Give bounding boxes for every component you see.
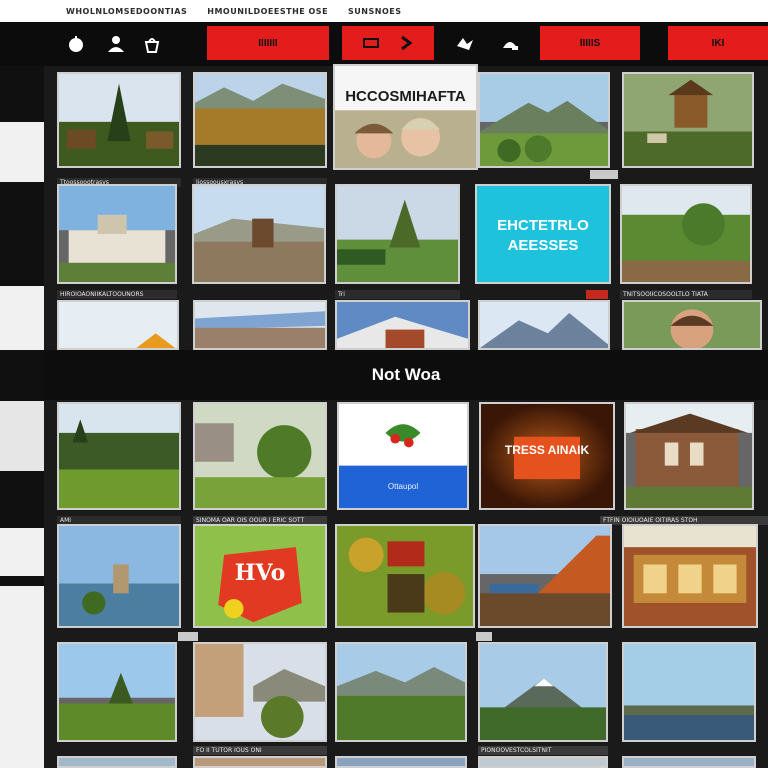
image-tile[interactable]: Ottaupol [337, 402, 469, 510]
image-tile[interactable] [622, 72, 754, 168]
gutter-tab[interactable] [0, 528, 44, 576]
image-tile[interactable] [193, 756, 327, 768]
top-link-2[interactable]: HMOUNILDOEESTHE OSE [207, 7, 328, 16]
image-tile[interactable] [193, 300, 327, 350]
image-tile[interactable] [478, 524, 612, 628]
tile-caption: PIONOOVESTCOLSITNIT [478, 746, 608, 755]
gutter-tab[interactable] [0, 586, 44, 768]
basket-icon[interactable] [140, 32, 164, 56]
image-tile[interactable] [193, 72, 327, 168]
top-link-1[interactable]: WHOLNLOMSEDOONTIAS [66, 7, 187, 16]
image-tile[interactable] [620, 184, 752, 284]
image-tile[interactable] [193, 402, 327, 510]
tile-heading: EHCTETRLO AEESSES [497, 217, 589, 254]
hat-icon[interactable] [498, 32, 522, 56]
nav-button-1[interactable]: IIIIIII [207, 26, 329, 60]
image-tile[interactable] [57, 300, 179, 350]
apple-icon[interactable] [64, 32, 88, 56]
tile-caption: TNITSOOIICOSOOLTLO TIATA [620, 290, 752, 299]
nav-button-3-label: IIIIIS [579, 37, 601, 49]
image-tile[interactable] [622, 300, 762, 350]
image-tile[interactable] [622, 524, 758, 628]
image-tile[interactable]: HCCOSMIHAFTA [333, 64, 478, 170]
top-link-3[interactable]: SUNSNOES [348, 7, 401, 16]
person-icon[interactable] [104, 32, 128, 56]
tile-badge [476, 632, 492, 641]
image-tile[interactable] [478, 72, 610, 168]
tile-heading: HVo [234, 560, 286, 586]
image-tile[interactable] [57, 184, 177, 284]
image-tile[interactable] [335, 756, 467, 768]
image-tile[interactable] [335, 300, 470, 350]
toolbar: IIIIIII IIIIIS IKI [0, 22, 768, 66]
image-tile[interactable] [57, 524, 181, 628]
gutter-tab[interactable] [0, 122, 44, 182]
image-tile[interactable] [478, 300, 610, 350]
tile-badge [178, 632, 198, 641]
bird-icon[interactable] [453, 32, 477, 56]
image-tile[interactable] [622, 756, 756, 768]
image-tile[interactable]: HVo [193, 524, 327, 628]
tile-heading: TRESS AINAIK [504, 443, 590, 457]
nav-button-4-label: IKI [711, 37, 725, 49]
tile-caption: FO II TUTOR IOUS ONI [193, 746, 327, 755]
image-tile[interactable]: EHCTETRLO AEESSES [475, 184, 611, 284]
image-tile[interactable] [57, 756, 177, 768]
section-header: Not Woa [44, 350, 768, 400]
image-tile[interactable] [478, 756, 608, 768]
left-gutter [0, 66, 44, 768]
gutter-tab[interactable] [0, 401, 44, 471]
app-root: WHOLNLOMSEDOONTIAS HMOUNILDOEESTHE OSE S… [0, 0, 768, 768]
image-tile[interactable] [57, 402, 181, 510]
image-tile[interactable] [57, 642, 177, 742]
nav-button-4[interactable]: IKI [668, 26, 768, 60]
nav-button-2[interactable] [342, 26, 434, 60]
section-title: Not Woa [371, 365, 441, 384]
tile-caption: HIROIOAONIIKALTOOUNORS [57, 290, 177, 299]
top-links-bar: WHOLNLOMSEDOONTIAS HMOUNILDOEESTHE OSE S… [0, 0, 768, 22]
gutter-tab[interactable] [0, 286, 44, 350]
image-tile[interactable] [478, 642, 608, 742]
image-tile[interactable] [193, 642, 327, 742]
nav-button-1-label: IIIIIII [258, 37, 278, 49]
tile-badge [590, 170, 618, 179]
image-tile[interactable] [624, 402, 754, 510]
image-tile[interactable]: TRESS AINAIK [479, 402, 615, 510]
tile-caption: Tri [335, 290, 460, 299]
nav-button-3[interactable]: IIIIIS [540, 26, 640, 60]
image-tile[interactable] [335, 524, 475, 628]
image-tile[interactable] [192, 184, 326, 284]
image-tile[interactable] [335, 642, 467, 742]
chevron-right-icon [363, 35, 413, 51]
tile-subtitle: Ottaupol [387, 482, 419, 491]
image-tile[interactable] [335, 184, 460, 284]
image-tile[interactable] [57, 72, 181, 168]
tile-badge [586, 290, 608, 299]
image-tile[interactable] [622, 642, 756, 742]
